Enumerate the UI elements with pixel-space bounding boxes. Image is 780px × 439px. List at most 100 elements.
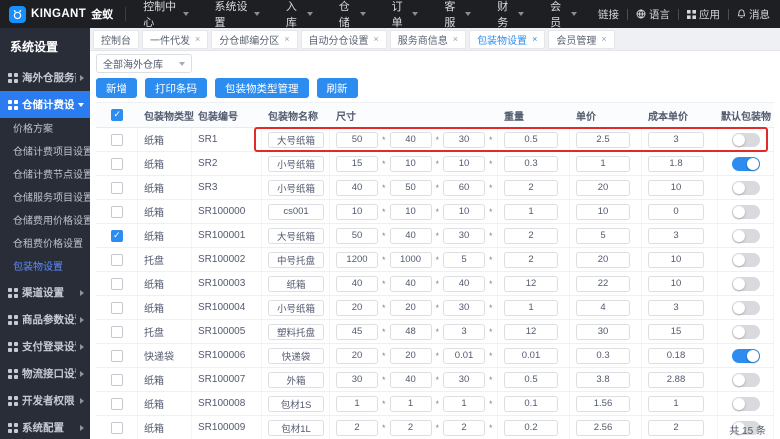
row-checkbox[interactable] [110,421,123,434]
dimension-input[interactable]: 15 [336,155,378,172]
sidebar-item[interactable]: 支付登录设置 [0,333,90,360]
weight-input[interactable]: 2 [504,227,558,244]
default-packaging-toggle[interactable] [731,396,760,411]
tab-一件代发[interactable]: 一件代发 × [142,29,209,49]
dimension-input[interactable]: 20 [389,347,432,364]
dimension-input[interactable]: 2 [389,419,432,436]
dimension-input[interactable]: 3 [443,323,486,340]
topbar-action-2[interactable]: 语言 [628,7,678,22]
sidebar-subitem[interactable]: 仓储计费节点设置 [0,164,90,187]
price-input[interactable]: 5 [576,227,630,244]
dimension-input[interactable]: 2 [336,419,378,436]
dimension-input[interactable]: 48 [389,323,432,340]
topbar-menu-item[interactable]: 会员 [537,0,590,29]
dimension-input[interactable]: 20 [336,347,378,364]
name-input[interactable]: 外箱 [268,371,324,388]
price-input[interactable]: 30 [576,323,630,340]
tab-包装物设置[interactable]: 包装物设置 × [469,29,546,49]
dimension-input[interactable]: 30 [443,131,486,148]
dimension-input[interactable]: 30 [443,227,486,244]
sidebar-subitem[interactable]: 仓租费价格设置 [0,233,90,256]
sidebar-item[interactable]: 渠道设置 [0,279,90,306]
row-checkbox[interactable] [110,253,123,266]
dimension-input[interactable]: 40 [389,371,432,388]
default-packaging-toggle[interactable] [731,180,760,195]
cost-input[interactable]: 3 [648,131,704,148]
close-icon[interactable]: × [601,34,606,44]
topbar-action-3[interactable]: 应用 [679,7,728,22]
sidebar-subitem[interactable]: 仓储计费项目设置 [0,141,90,164]
cost-input[interactable]: 3 [648,227,704,244]
dimension-input[interactable]: 10 [389,155,432,172]
sidebar-item[interactable]: 系统配置 [0,414,90,439]
dimension-input[interactable]: 1000 [389,251,432,268]
dimension-input[interactable]: 10 [443,203,486,220]
row-checkbox[interactable] [110,205,123,218]
topbar-action-1[interactable]: 链接 [590,7,627,22]
cost-input[interactable]: 10 [648,275,704,292]
name-input[interactable]: 小号纸箱 [268,179,324,196]
dimension-input[interactable]: 30 [443,299,486,316]
price-input[interactable]: 1.56 [576,395,630,412]
dimension-input[interactable]: 1 [389,395,432,412]
sidebar-subitem[interactable]: 仓储费用价格设置 [0,210,90,233]
dimension-input[interactable]: 50 [389,179,432,196]
cost-input[interactable]: 0.18 [648,347,704,364]
dimension-input[interactable]: 10 [336,203,378,220]
close-icon[interactable]: × [374,34,379,44]
weight-input[interactable]: 1 [504,203,558,220]
dimension-input[interactable]: 45 [336,323,378,340]
name-input[interactable]: 纸箱 [268,275,324,292]
weight-input[interactable]: 0.01 [504,347,558,364]
name-input[interactable]: 小号纸箱 [268,299,324,316]
weight-input[interactable]: 2 [504,179,558,196]
default-packaging-toggle[interactable] [731,276,760,291]
tab-服务商信息[interactable]: 服务商信息 × [389,29,467,49]
price-input[interactable]: 1 [576,155,630,172]
dimension-input[interactable]: 1 [336,395,378,412]
dimension-input[interactable]: 1200 [336,251,378,268]
weight-input[interactable]: 1 [504,299,558,316]
price-input[interactable]: 0.3 [576,347,630,364]
select-all-checkbox[interactable] [111,109,123,121]
brand[interactable]: KINGANT 金蚁 [0,5,121,23]
close-icon[interactable]: × [195,34,200,44]
default-packaging-toggle[interactable] [731,372,760,387]
name-input[interactable]: 大号纸箱 [268,131,324,148]
name-input[interactable]: 小号纸箱 [268,155,324,172]
row-checkbox[interactable] [110,325,123,338]
row-checkbox[interactable] [110,397,123,410]
dimension-input[interactable]: 1 [443,395,486,412]
topbar-menu-item[interactable]: 财务 [484,0,537,29]
default-packaging-toggle[interactable] [731,132,760,147]
topbar-menu-item[interactable]: 控制中心 [130,0,201,29]
name-input[interactable]: 中号托盘 [268,251,324,268]
weight-input[interactable]: 12 [504,323,558,340]
dimension-input[interactable]: 40 [389,227,432,244]
row-checkbox[interactable] [110,349,123,362]
dimension-input[interactable]: 40 [389,131,432,148]
toolbar-button-刷新[interactable]: 刷新 [316,78,358,98]
price-input[interactable]: 2.56 [576,419,630,436]
price-input[interactable]: 4 [576,299,630,316]
toolbar-button-新增[interactable]: 新增 [96,78,137,98]
cost-input[interactable]: 0 [648,203,704,220]
dimension-input[interactable]: 30 [336,371,378,388]
dimension-input[interactable]: 40 [336,179,378,196]
default-packaging-toggle[interactable] [731,156,760,171]
dimension-input[interactable]: 0.01 [443,347,486,364]
name-input[interactable]: 快递袋 [268,347,324,364]
name-input[interactable]: cs001 [268,203,324,220]
price-input[interactable]: 20 [576,179,630,196]
topbar-menu-item[interactable]: 客服 [431,0,484,29]
sidebar-subitem[interactable]: 价格方案 [0,118,90,141]
dimension-input[interactable]: 20 [389,299,432,316]
dimension-input[interactable]: 50 [336,131,378,148]
dimension-input[interactable]: 2 [443,419,486,436]
price-input[interactable]: 22 [576,275,630,292]
dimension-input[interactable]: 5 [443,251,486,268]
name-input[interactable]: 包材1S [268,395,324,412]
dimension-input[interactable]: 40 [443,275,486,292]
row-checkbox[interactable] [110,301,123,314]
topbar-menu-item[interactable]: 订单 [379,0,432,29]
